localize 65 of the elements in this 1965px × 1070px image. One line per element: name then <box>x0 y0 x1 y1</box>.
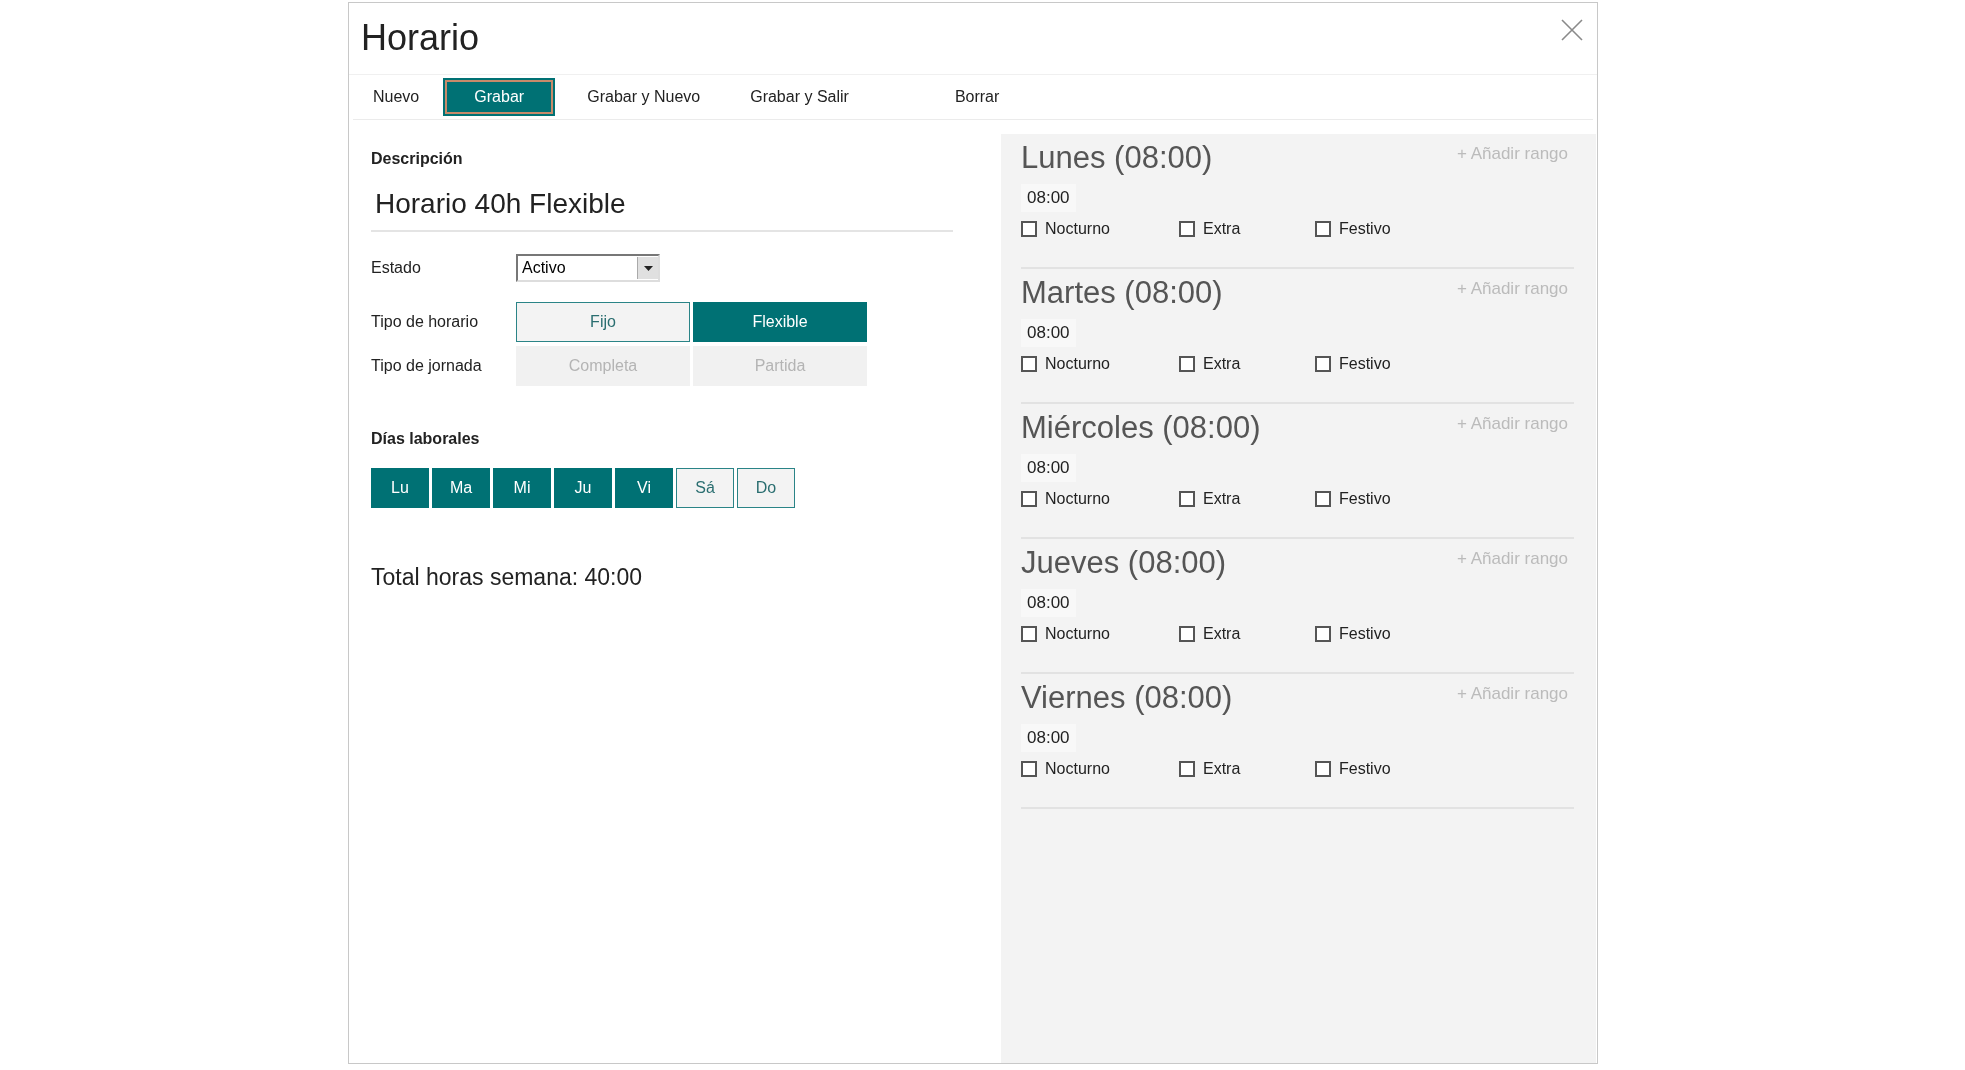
checkbox[interactable] <box>1021 221 1037 237</box>
time-value: 08:00 <box>1021 589 1076 617</box>
checkbox-label: Festivo <box>1339 490 1391 508</box>
checkbox[interactable] <box>1179 221 1195 237</box>
weekday-toggle[interactable]: Vi <box>615 468 673 508</box>
checkbox-label: Extra <box>1203 625 1241 643</box>
checkbox-label: Nocturno <box>1045 220 1110 238</box>
checkbox[interactable] <box>1179 491 1195 507</box>
toolbar-button[interactable]: Grabar <box>445 80 554 114</box>
day-title: Miércoles (08:00) <box>1021 410 1261 446</box>
checkbox[interactable] <box>1315 491 1331 507</box>
field-label: Tipo de jornada <box>371 357 483 375</box>
checkbox[interactable] <box>1021 356 1037 372</box>
checkbox[interactable] <box>1179 761 1195 777</box>
checkbox-label: Nocturno <box>1045 490 1110 508</box>
dropdown-arrow-icon <box>643 265 653 271</box>
weekday-toggle[interactable]: Ju <box>554 468 612 508</box>
field-label: Descripción <box>371 150 463 168</box>
toolbar-button[interactable]: Grabar y Nuevo <box>587 80 701 114</box>
checkbox-label: Extra <box>1203 220 1241 238</box>
weekday-toggle[interactable]: Ma <box>432 468 490 508</box>
day-title: Martes (08:00) <box>1021 275 1223 311</box>
description-field[interactable]: Horario 40h Flexible <box>371 174 953 232</box>
checkbox[interactable] <box>1179 356 1195 372</box>
field-label: Estado <box>371 259 422 277</box>
window-title: Horario <box>361 17 480 59</box>
weekly-total-text: Total horas semana: 40:00 <box>371 564 643 591</box>
segment-button[interactable]: Fijo <box>516 302 690 342</box>
weekday-toggle[interactable]: Mi <box>493 468 551 508</box>
checkbox-label: Nocturno <box>1045 355 1110 373</box>
field-label: Tipo de horario <box>371 313 480 331</box>
day-title: Viernes (08:00) <box>1021 680 1233 716</box>
toolbar-button[interactable]: Nuevo <box>373 80 420 114</box>
day-title: Jueves (08:00) <box>1021 545 1227 581</box>
checkbox[interactable] <box>1021 491 1037 507</box>
checkbox[interactable] <box>1021 626 1037 642</box>
checkbox-label: Festivo <box>1339 760 1391 778</box>
time-value: 08:00 <box>1021 184 1076 212</box>
checkbox[interactable] <box>1315 221 1331 237</box>
checkbox-label: Nocturno <box>1045 625 1110 643</box>
checkbox-label: Extra <box>1203 760 1241 778</box>
checkbox[interactable] <box>1021 761 1037 777</box>
checkbox[interactable] <box>1315 356 1331 372</box>
checkbox-label: Festivo <box>1339 355 1391 373</box>
close-icon[interactable] <box>1561 19 1583 41</box>
section-label: Días laborales <box>371 430 480 448</box>
checkbox[interactable] <box>1315 761 1331 777</box>
checkbox[interactable] <box>1315 626 1331 642</box>
weekday-toggle[interactable]: Lu <box>371 468 429 508</box>
time-value: 08:00 <box>1021 454 1076 482</box>
checkbox-label: Nocturno <box>1045 760 1110 778</box>
segment-button[interactable]: Flexible <box>693 302 867 342</box>
toolbar-button[interactable]: Borrar <box>954 80 1000 114</box>
checkbox-label: Festivo <box>1339 220 1391 238</box>
day-title: Lunes (08:00) <box>1021 140 1213 176</box>
time-value: 08:00 <box>1021 724 1076 752</box>
checkbox[interactable] <box>1179 626 1195 642</box>
checkbox-label: Extra <box>1203 355 1241 373</box>
toolbar-button[interactable]: Grabar y Salir <box>750 80 849 114</box>
checkbox-label: Festivo <box>1339 625 1391 643</box>
time-value: 08:00 <box>1021 319 1076 347</box>
status-dropdown[interactable]: Activo <box>516 254 660 282</box>
checkbox-label: Extra <box>1203 490 1241 508</box>
weekday-toggle[interactable]: Sá <box>676 468 734 508</box>
weekday-toggle[interactable]: Do <box>737 468 795 508</box>
